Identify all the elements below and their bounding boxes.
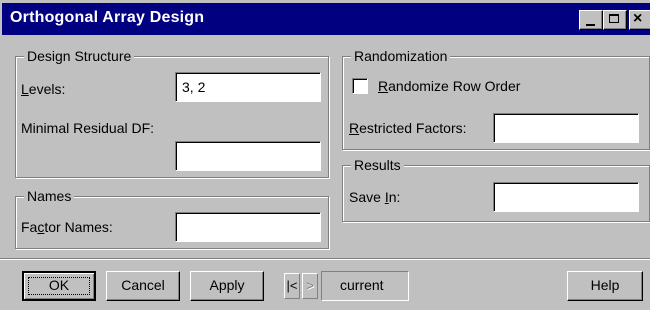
next-state-button[interactable]: >	[302, 273, 318, 299]
randomize-row-order-label[interactable]: Randomize Row Order	[378, 77, 520, 95]
minimal-residual-df-label: Minimal Residual DF:	[21, 120, 155, 136]
maximize-icon	[609, 14, 619, 23]
minimal-residual-df-input[interactable]	[175, 141, 321, 171]
design-structure-legend: Design Structure	[24, 47, 135, 65]
randomization-legend: Randomization	[351, 47, 451, 65]
state-indicator: current	[321, 271, 409, 301]
factor-names-label: Factor Names:	[21, 219, 113, 235]
button-bar-separator	[0, 258, 650, 260]
minimize-icon	[586, 24, 595, 26]
save-in-input[interactable]	[493, 182, 639, 212]
window-title: Orthogonal Array Design	[10, 9, 205, 26]
minimize-button[interactable]	[579, 10, 603, 30]
save-in-label: Save In:	[349, 189, 401, 205]
restricted-factors-input[interactable]	[493, 113, 639, 143]
results-legend: Results	[351, 156, 404, 174]
help-button[interactable]: Help	[567, 271, 643, 301]
factor-names-input[interactable]	[175, 212, 321, 242]
levels-access-key: L	[21, 81, 29, 97]
restricted-factors-access-key: R	[349, 120, 360, 136]
focus-rect	[28, 277, 90, 295]
dialog-window: Orthogonal Array Design × Design Structu…	[0, 0, 650, 310]
levels-input[interactable]: 3, 2	[175, 72, 321, 102]
ok-button[interactable]: OK	[22, 271, 96, 301]
title-bar[interactable]: Orthogonal Array Design ×	[2, 3, 650, 35]
cancel-button-label: Cancel	[121, 277, 165, 293]
help-button-label: Help	[590, 277, 620, 293]
apply-button[interactable]: Apply	[190, 271, 264, 301]
randomize-row-order-access-key: R	[378, 78, 389, 94]
close-icon: ×	[633, 10, 643, 27]
levels-label: Levels:	[21, 81, 66, 97]
cancel-button[interactable]: Cancel	[106, 271, 180, 301]
names-legend: Names	[24, 187, 75, 205]
randomize-row-order-checkbox[interactable]	[352, 78, 368, 94]
close-button[interactable]: ×	[629, 10, 650, 30]
restricted-factors-label: Restricted Factors:	[349, 120, 467, 136]
maximize-button[interactable]	[603, 10, 627, 30]
apply-button-label: Apply	[209, 277, 245, 293]
previous-state-button[interactable]: |<	[284, 273, 300, 299]
